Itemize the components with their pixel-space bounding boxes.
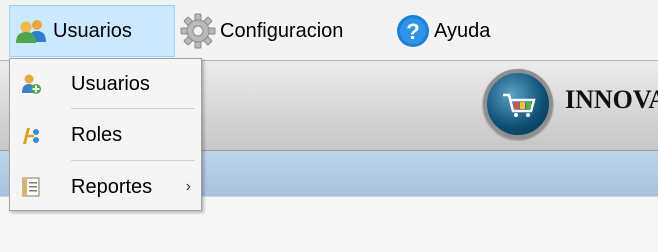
menu-ayuda[interactable]: ? Ayuda xyxy=(396,5,490,57)
menu-usuarios-label: Usuarios xyxy=(53,19,132,42)
usuarios-dropdown-menu: Usuarios Roles Reportes › xyxy=(9,58,202,211)
svg-text:?: ? xyxy=(406,19,419,44)
dropdown-item-label: Roles xyxy=(71,123,123,146)
brand-name: INNOVA xyxy=(565,85,658,114)
cart-logo-icon xyxy=(483,69,553,139)
gear-icon xyxy=(180,13,216,49)
user-add-icon xyxy=(22,74,41,94)
menu-bar: Usuarios Configuracion ? Ayuda xyxy=(0,0,658,60)
dropdown-item-reportes[interactable]: Reportes › xyxy=(10,163,201,211)
menu-usuarios[interactable]: Usuarios xyxy=(9,5,175,57)
menu-ayuda-label: Ayuda xyxy=(434,19,491,42)
menu-configuracion[interactable]: Configuracion xyxy=(180,5,343,57)
dropdown-item-label: Reportes xyxy=(71,175,153,198)
roles-icon xyxy=(23,128,39,144)
dropdown-separator xyxy=(71,160,195,161)
users-icon xyxy=(16,20,46,43)
submenu-arrow-icon: › xyxy=(185,178,191,195)
dropdown-item-usuarios[interactable]: Usuarios xyxy=(10,60,201,108)
dropdown-item-roles[interactable]: Roles xyxy=(10,111,201,159)
report-icon xyxy=(22,177,40,197)
dropdown-separator xyxy=(71,108,195,109)
menu-configuracion-label: Configuracion xyxy=(220,19,344,42)
help-icon: ? xyxy=(397,15,429,47)
dropdown-item-label: Usuarios xyxy=(71,72,150,95)
